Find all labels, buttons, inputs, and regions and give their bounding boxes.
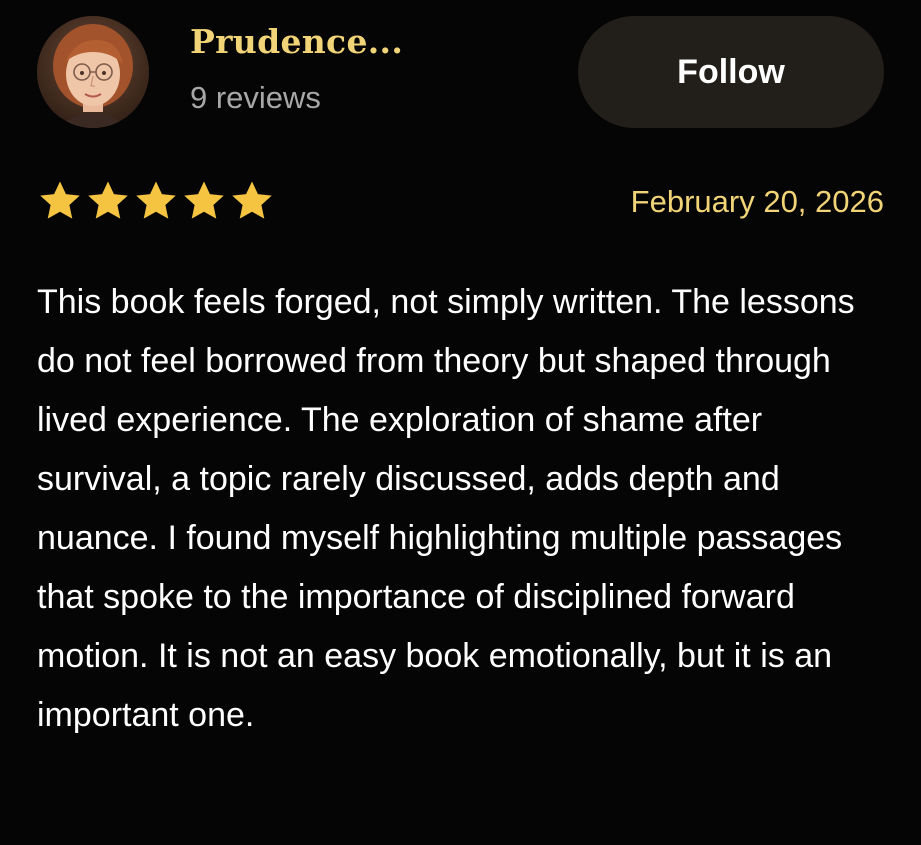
reviewer-avatar[interactable] — [37, 16, 149, 128]
reviewer-review-count: 9 reviews — [190, 80, 321, 115]
star-icon — [232, 181, 272, 219]
follow-button[interactable]: Follow — [578, 16, 884, 128]
star-rating — [37, 178, 275, 224]
star-icon — [88, 181, 128, 219]
avatar-image — [37, 16, 149, 128]
review-date: February 20, 2026 — [630, 184, 884, 219]
reviewer-name[interactable]: Prudence... — [190, 22, 403, 61]
review-text: This book feels forged, not simply writt… — [37, 283, 855, 734]
star-icon — [184, 181, 224, 219]
star-icon — [136, 181, 176, 219]
review-card: Prudence... 9 reviews Follow February 20… — [0, 0, 921, 845]
star-icon — [40, 181, 80, 219]
